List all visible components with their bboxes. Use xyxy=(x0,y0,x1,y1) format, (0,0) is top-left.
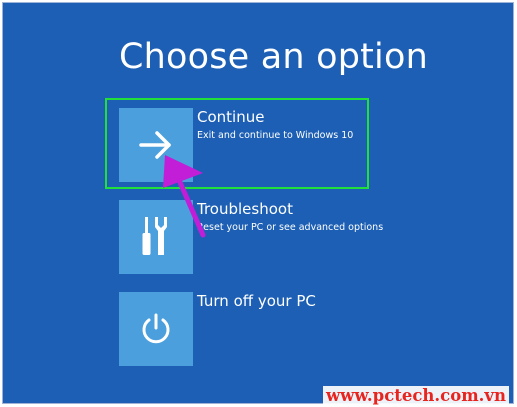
recovery-screen: Choose an option Continue Exit and conti… xyxy=(2,2,514,404)
watermark: www.pctech.com.vn xyxy=(322,386,509,405)
pointer-arrow-icon xyxy=(163,155,206,238)
